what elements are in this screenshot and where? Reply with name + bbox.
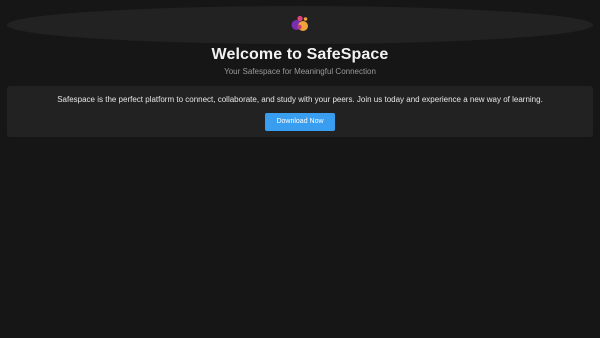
page-title: Welcome to SafeSpace	[211, 46, 389, 63]
page: Welcome to SafeSpace Your Safespace for …	[0, 0, 600, 338]
safespace-logo-icon	[291, 15, 308, 31]
page-subtitle: Your Safespace for Meaningful Connection	[224, 67, 376, 76]
intro-description: Safespace is the perfect platform to con…	[57, 95, 543, 104]
download-now-button[interactable]: Download Now	[265, 113, 335, 131]
intro-card: Safespace is the perfect platform to con…	[7, 86, 593, 137]
